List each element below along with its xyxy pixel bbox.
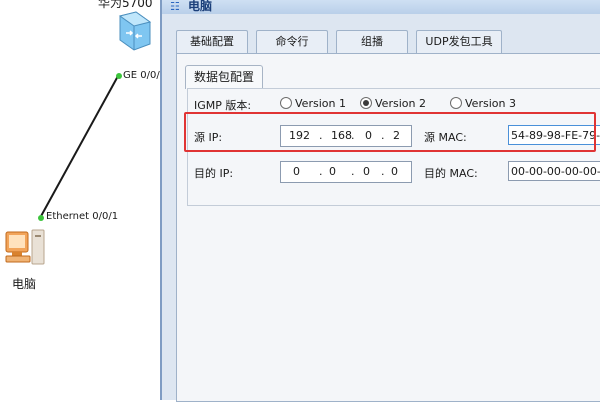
radio-label: Version 2 <box>375 97 426 110</box>
radio-circle-selected <box>360 97 372 109</box>
radio-version-1[interactable]: Version 1 <box>280 97 346 110</box>
igmp-version-label: IGMP 版本: <box>194 99 252 112</box>
topology-canvas[interactable]: 华为5700 GE 0/0/1 Ethernet 0/0/1 电脑 <box>0 0 166 400</box>
radio-version-3[interactable]: Version 3 <box>450 97 516 110</box>
ip-dot: . <box>351 165 355 178</box>
radio-circle <box>280 97 292 109</box>
window-titlebar[interactable]: ☷ 电脑 <box>162 0 600 14</box>
tab-udp-tool[interactable]: UDP发包工具 <box>416 30 502 53</box>
pc-name: 电脑 <box>12 277 37 291</box>
switch-port-dot <box>116 73 122 79</box>
dest-mac-label: 目的 MAC: <box>424 167 478 180</box>
ip-dot: . <box>319 165 323 178</box>
tab-multicast[interactable]: 组播 <box>336 30 408 53</box>
radio-version-2[interactable]: Version 2 <box>360 97 426 110</box>
switch-name: 华为5700 <box>98 0 153 10</box>
ip-octet: 0 <box>363 165 370 178</box>
ip-octet: 0 <box>293 165 300 178</box>
pc-config-window[interactable]: ☷ 电脑 基础配置 命令行 组播 UDP发包工具 数据包配置 IGMP 版本: … <box>160 0 600 402</box>
ip-octet: 0 <box>391 165 398 178</box>
dest-mac-input[interactable]: 00-00-00-00-00-00 <box>508 161 600 181</box>
source-row-highlight <box>184 112 596 152</box>
pc-window-icon: ☷ <box>170 0 180 13</box>
dest-ip-input[interactable]: 0 . 0 . 0 . 0 <box>280 161 412 183</box>
pc-device[interactable] <box>2 226 50 276</box>
dest-ip-label: 目的 IP: <box>194 167 234 180</box>
tab-content-panel: 数据包配置 IGMP 版本: Version 1 Version 2 Versi… <box>176 53 600 402</box>
radio-label: Version 3 <box>465 97 516 110</box>
pc-port-label: Ethernet 0/0/1 <box>46 211 119 222</box>
radio-label: Version 1 <box>295 97 346 110</box>
tab-basic-config[interactable]: 基础配置 <box>176 30 248 53</box>
pc-port-dot <box>38 215 44 221</box>
window-title: 电脑 <box>188 0 213 13</box>
radio-circle <box>450 97 462 109</box>
packet-config-title: 数据包配置 <box>185 65 263 89</box>
pc-icon <box>5 229 45 265</box>
ip-octet: 0 <box>329 165 336 178</box>
ip-dot: . <box>381 165 385 178</box>
tab-command-line[interactable]: 命令行 <box>256 30 328 53</box>
